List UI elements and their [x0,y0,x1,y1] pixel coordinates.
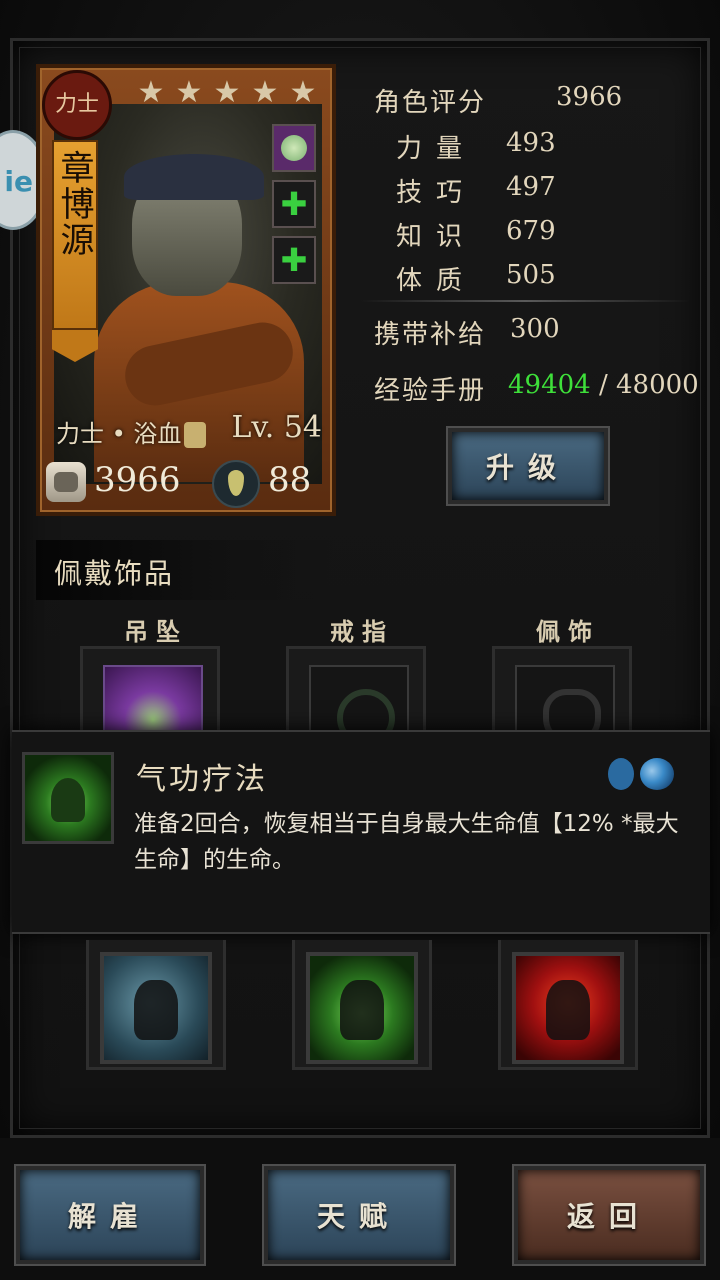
skill-figure [546,980,590,1041]
skill-figure [340,980,384,1041]
exp-separator: / [590,370,617,400]
star-icon: ★ [251,75,279,110]
rating-label: 角色评分 [374,88,487,118]
knowledge-label: 知识 [396,222,477,252]
back-button[interactable]: 返回 [514,1166,704,1264]
slot-label-pendant: 吊坠 [124,617,188,646]
trinket-slot-pendant[interactable] [80,646,220,735]
add-plus-icon[interactable]: ✚ [272,180,316,228]
hero-cap [124,154,264,200]
add-plus-icon[interactable]: ✚ [272,236,316,284]
talent-button[interactable]: 天赋 [264,1166,454,1264]
star-icon: ★ [137,75,165,110]
class-seal: 力士 [42,70,112,140]
drop-range-icon [608,758,634,790]
trinket-gem-icon[interactable] [272,124,316,172]
empty-ring-icon [309,665,409,747]
skill-description: 准备2回合，恢复相当于自身最大生命值【12% *最大生命】的生命。 [134,811,679,873]
constitution-label: 体质 [396,266,477,296]
strength-label: 力量 [396,134,477,164]
skill-label: 技巧 [396,178,477,208]
fist-icon [46,462,86,502]
exp-max: 48000 [616,370,699,400]
skill-value: 497 [506,172,556,202]
hero-card: 力士 章博源 ★ ★ ★ ★ ★ ✚ ✚ 力士 • 浴血 Lv. 54 3966… [36,64,336,516]
gem-dot [281,135,307,161]
blood-rage-skill-icon[interactable] [512,952,624,1064]
hero-stars: ★ ★ ★ ★ ★ [136,78,326,114]
star-icon: ★ [213,75,241,110]
qigong-heal-skill-icon[interactable] [306,952,418,1064]
side-tab-label: ie [4,165,33,198]
dismiss-button[interactable]: 解雇 [16,1166,204,1264]
hero-name: 章博源 [52,140,98,330]
star-icon: ★ [289,75,317,110]
exp-label: 经验手册 [374,376,487,406]
class-line: 力士 • 浴血 Lv. 54 [56,410,326,449]
stress-value: 88 [268,460,312,500]
supply-label: 携带补给 [374,320,487,350]
stress-drop-icon [212,460,260,508]
exp-current: 49404 [508,370,591,400]
slot-label-ring: 戒指 [330,617,394,646]
skill-range-icons [608,758,674,790]
constitution-value: 505 [506,260,556,290]
exp-readout: 49404 / 48000 [508,370,699,400]
rating-value: 3966 [556,82,623,112]
class-name: 力士 • 浴血 [56,420,182,448]
pendant-trinket-icon [103,665,203,735]
strength-value: 493 [506,128,556,158]
trinket-slot-ring[interactable] [286,646,426,747]
stats-divider [360,300,690,302]
slot-label-accessory: 佩饰 [536,617,600,646]
skill-name: 气功疗法 [136,762,268,797]
meditating-figure [51,777,85,822]
power-value: 3966 [94,460,181,500]
knowledge-value: 679 [506,216,556,246]
hero-level: Lv. 54 [231,410,322,445]
screen: ie 力士 章博源 ★ ★ ★ ★ ★ ✚ ✚ 力士 • 浴血 Lv. 54 3… [0,0,720,1280]
trinket-slot-accessory[interactable] [492,646,632,747]
hero-power-stress: 3966 88 [46,460,326,508]
supply-value: 300 [510,314,560,344]
upgrade-button[interactable]: 升级 [448,428,608,504]
star-icon: ★ [175,75,203,110]
yin-yang-range-icon [640,758,674,790]
qigong-heal-skill-icon [22,752,114,844]
running-strike-skill-icon[interactable] [100,952,212,1064]
trinket-section-title: 佩戴饰品 [54,557,175,590]
skill-figure [134,980,178,1041]
empty-accessory-icon [515,665,615,747]
equipped-trinket-icons: ✚ ✚ [272,124,316,284]
